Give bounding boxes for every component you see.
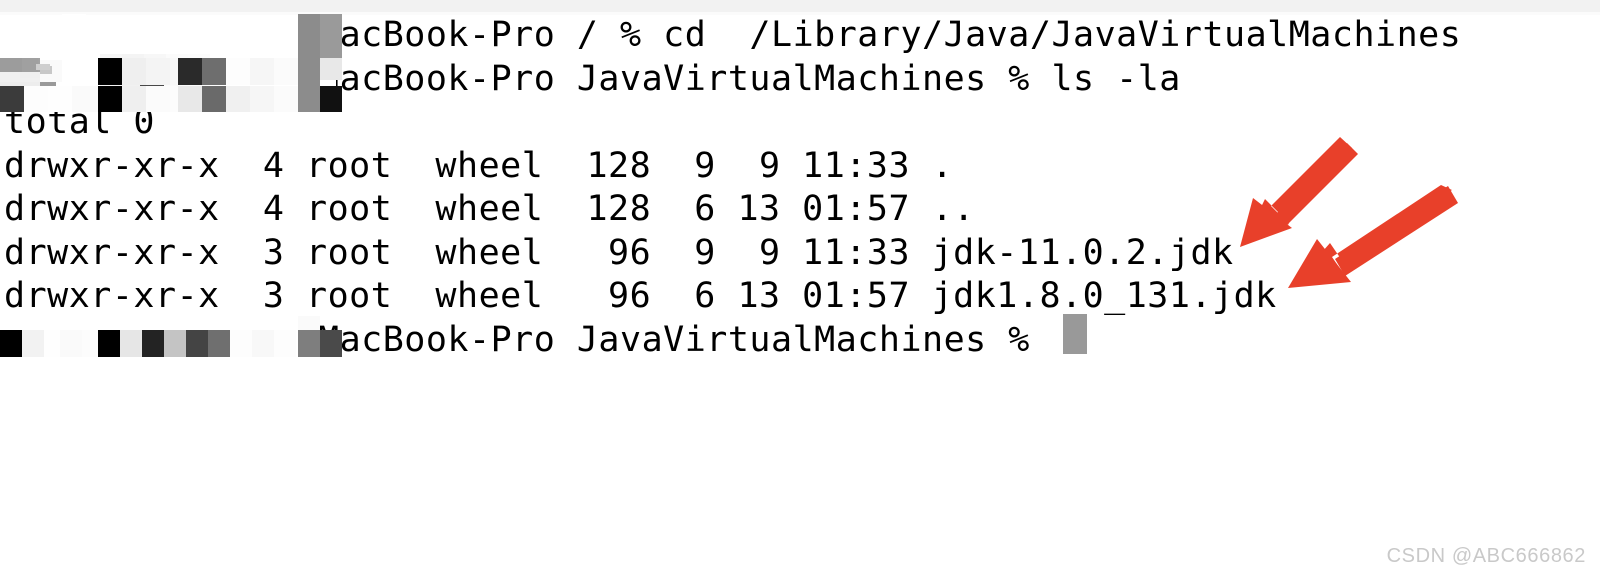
terminal-line-entry-dot: drwxr-xr-x 4 root wheel 128 9 9 11:33 . [4, 145, 954, 186]
terminal-line-entry-jdk18: drwxr-xr-x 3 root wheel 96 6 13 01:57 jd… [4, 276, 1277, 316]
terminal-line-prompt-final: MacBook-Pro JavaVirtualMachines % [318, 319, 1052, 360]
csdn-watermark: CSDN @ABC666862 [1386, 545, 1586, 567]
terminal-line-entry-dotdot: drwxr-xr-x 4 root wheel 128 6 13 01:57 .… [4, 189, 975, 229]
window-title-bar [0, 0, 1600, 12]
terminal-screenshot: MacBook-Pro / % cd /Library/Java/JavaVir… [0, 0, 1600, 578]
terminal-line-total: total 0 [4, 102, 156, 142]
terminal-output: MacBook-Pro / % cd /Library/Java/JavaVir… [0, 14, 1600, 362]
terminal-cursor [1063, 314, 1087, 354]
terminal-line-ls-command: MacBook-Pro JavaVirtualMachines % ls -la [318, 58, 1181, 99]
terminal-line-entry-jdk11: drwxr-xr-x 3 root wheel 96 9 9 11:33 jdk… [4, 232, 1234, 273]
terminal-line-cd-command: MacBook-Pro / % cd /Library/Java/JavaVir… [318, 15, 1462, 55]
